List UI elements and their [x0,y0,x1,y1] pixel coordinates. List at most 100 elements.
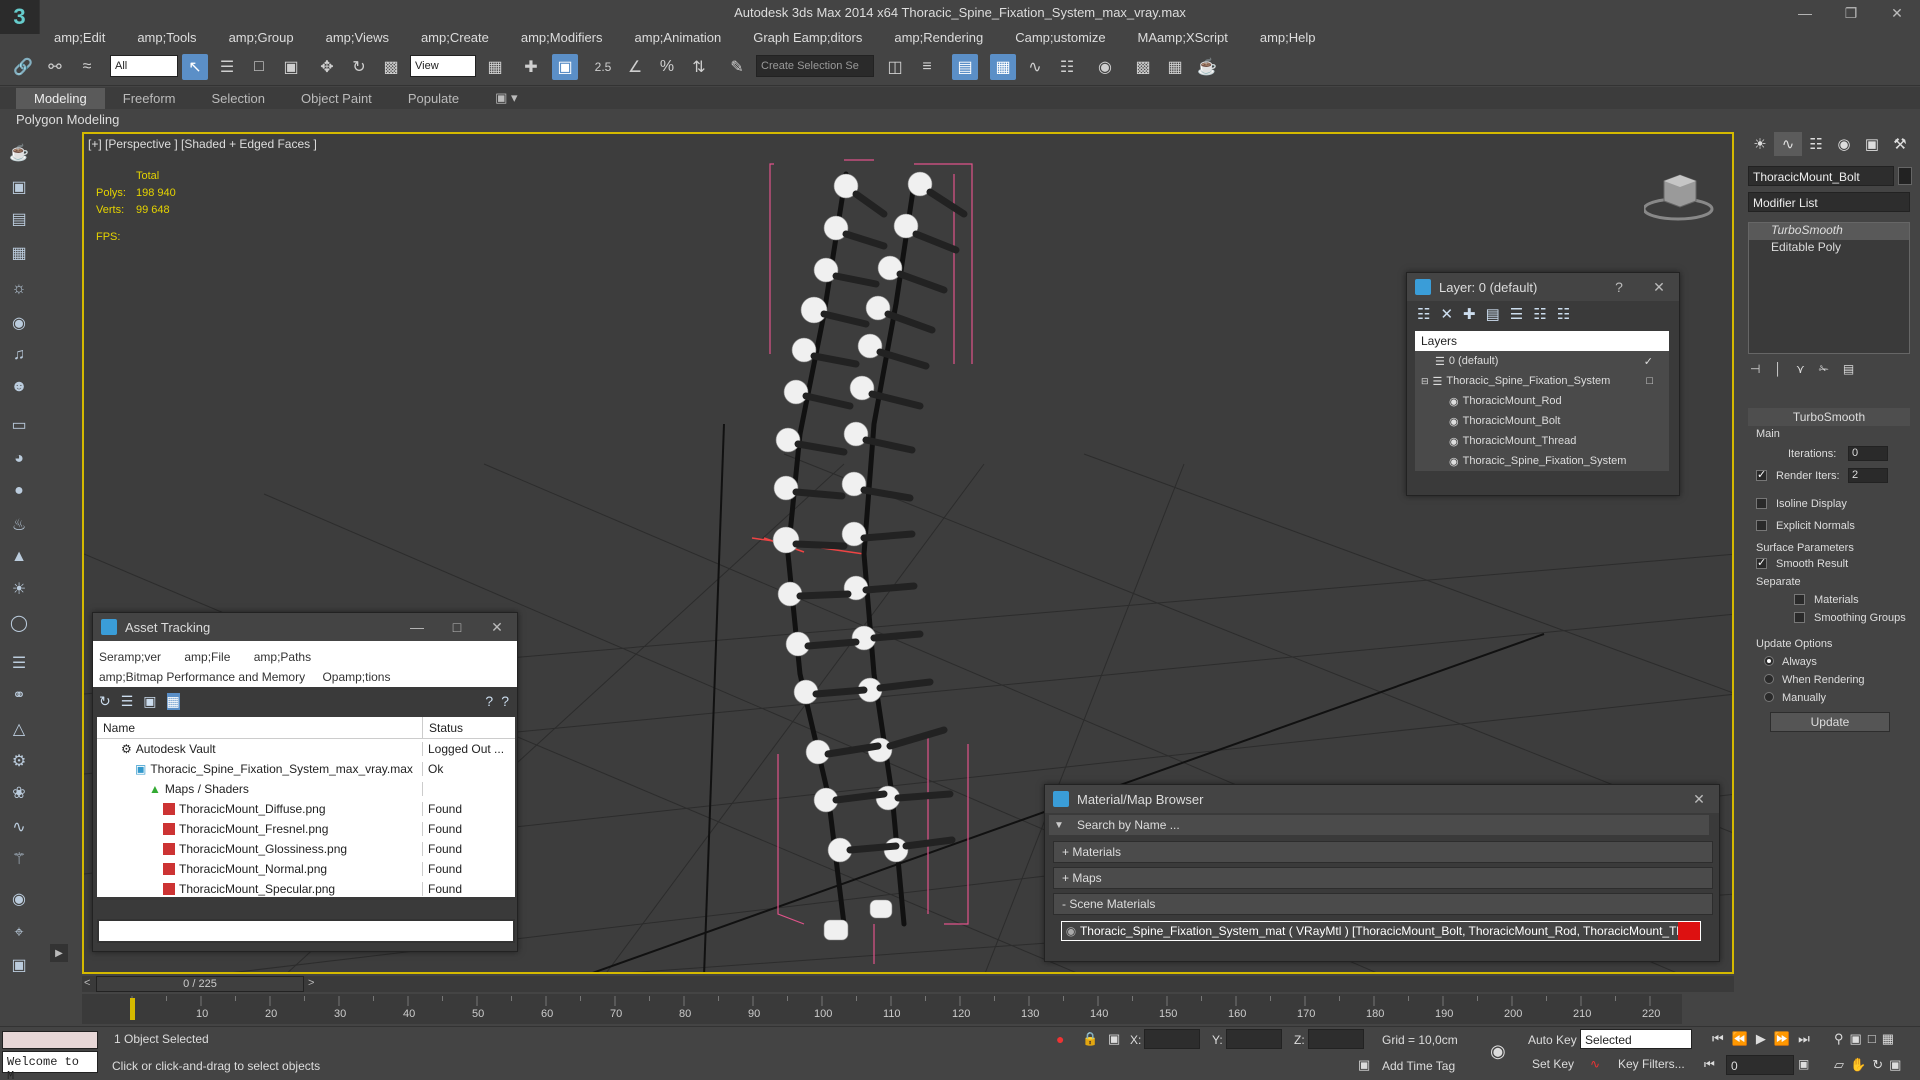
key-icon[interactable]: ∿ [1590,1057,1600,1071]
column-status-header[interactable]: Status [423,717,511,738]
next-frame-arrow-icon[interactable]: > [308,977,314,989]
configure-sets-icon[interactable]: ▤ [1843,362,1854,376]
tab-freeform[interactable]: Freeform [105,88,194,109]
separate-materials-checkbox[interactable] [1794,594,1805,605]
curve-editor-icon[interactable]: ∿ [1022,54,1048,80]
remove-modifier-icon[interactable]: ✁ [1819,362,1829,376]
rotate-icon[interactable]: ↻ [346,54,372,80]
list-item[interactable]: ☰ 0 (default) ✓ [1415,351,1669,371]
teapot-icon[interactable]: ☕ [6,140,32,166]
time-config-icon[interactable]: ▣ [1798,1057,1809,1071]
zoom-icon[interactable]: ⚲ [1834,1031,1844,1047]
graphite-toggle-icon[interactable]: ▦ [990,54,1016,80]
add-time-tag-label[interactable]: Add Time Tag [1382,1059,1455,1073]
select-object-icon[interactable]: ↖ [182,54,208,80]
render-production-icon[interactable]: ☕ [1194,54,1220,80]
highlight-layer-icon[interactable]: ☰ [1510,305,1523,323]
help-button[interactable]: ? [1599,273,1639,301]
current-frame-field[interactable]: 0 [1726,1055,1794,1075]
table-row[interactable]: ThoracicMount_Specular.png Found [97,879,515,899]
window-crossing-icon[interactable]: ▣ [278,54,304,80]
menu-graph-editors[interactable]: Graph Eamp;ditors [753,30,862,45]
list-item[interactable]: ◉ ThoracicMount_Rod [1415,391,1669,411]
tab-selection[interactable]: Selection [194,88,283,109]
orbit-icon[interactable]: ↻ [1872,1057,1883,1073]
refresh-icon[interactable]: ↻ [99,693,111,710]
menu-customize[interactable]: Camp;ustomize [1015,30,1105,45]
bridge-icon[interactable]: △ [6,716,32,742]
modifier-list-dropdown[interactable]: Modifier List [1748,192,1910,212]
unlink-icon[interactable]: ⚯ [42,54,68,80]
monitor-icon[interactable]: ▣ [6,952,32,978]
key-filters-button[interactable]: Key Filters... [1618,1057,1685,1071]
table-row[interactable]: ThoracicMount_Diffuse.png Found [97,799,515,819]
list-item[interactable]: ◉ ThoracicMount_Thread [1415,431,1669,451]
hair-fur-icon[interactable]: ∿ [6,814,32,840]
menu-maxscript[interactable]: MAamp;XScript [1138,30,1228,45]
table-row[interactable]: ⚙ Autodesk Vault Logged Out ... [97,739,515,759]
render-iters-spinner[interactable]: 2 [1848,468,1888,483]
previous-frame-icon[interactable]: ⏪ [1732,1031,1748,1047]
app-logo[interactable]: 3 [0,0,40,34]
pan-icon[interactable]: ✋ [1850,1057,1866,1073]
menu-bitmap-performance[interactable]: amp;Bitmap Performance and Memory [99,670,305,684]
angle-snap-icon[interactable]: ∠ [622,54,648,80]
restore-icon[interactable]: ❐ [1828,0,1874,26]
ribbon-options-icon[interactable]: ▣ ▾ [477,87,535,109]
maps-section[interactable]: + Maps [1053,867,1713,889]
prev-frame-arrow-icon[interactable]: < [84,977,90,989]
teapot-small-icon[interactable]: ♨ [6,512,32,538]
people-icon[interactable]: ☻ [6,374,32,400]
layer-checkbox-icon[interactable]: □ [1646,375,1653,387]
when-rendering-radio[interactable] [1764,674,1774,684]
show-end-result-icon[interactable]: │ [1774,362,1782,376]
close-icon[interactable]: ✕ [1874,0,1920,26]
scale-icon[interactable]: ▩ [378,54,404,80]
minimize-icon[interactable]: — [397,613,437,641]
keyboard-shortcut-override-icon[interactable]: ▣ [552,54,578,80]
zoom-all-icon[interactable]: ▣ [1850,1031,1862,1047]
spinner-snap-icon[interactable]: ⇅ [686,54,712,80]
stack-item-turbosmooth[interactable]: TurboSmooth [1749,223,1909,240]
mirror-icon[interactable]: ◫ [882,54,908,80]
percent-snap-icon[interactable]: % [654,54,680,80]
collapse-icon[interactable]: ⊟ [1421,376,1429,387]
make-unique-icon[interactable]: ⋎ [1796,362,1805,376]
reference-coord-dropdown[interactable]: View [410,55,476,77]
freeze-all-icon[interactable]: ☷ [1557,305,1570,323]
link-icon[interactable]: 🔗 [10,54,36,80]
menu-rendering[interactable]: amp;Rendering [894,30,983,45]
list-view-icon[interactable]: ☰ [121,693,134,710]
turbosmooth-rollout-title[interactable]: TurboSmooth [1748,408,1910,426]
explicit-normals-checkbox[interactable] [1756,520,1767,531]
plant-icon[interactable]: ❀ [6,780,32,806]
zoom-extents-icon[interactable]: □ [1868,1031,1876,1047]
auto-key-button[interactable]: Auto Key [1528,1033,1577,1047]
pin-stack-icon[interactable]: ⊣ [1750,362,1760,376]
schematic-view-icon[interactable]: ☷ [1054,54,1080,80]
edit-named-selection-icon[interactable]: ✎ [724,54,750,80]
column-name-header[interactable]: Name [97,717,423,738]
expand-strip-arrow-icon[interactable]: ▶ [50,944,68,962]
coordinates-icon[interactable]: ⌖ [6,920,32,946]
isoline-display-checkbox[interactable] [1756,498,1767,509]
menu-group[interactable]: amp;Group [229,30,294,45]
menu-paths[interactable]: amp;Paths [254,650,311,664]
menu-modifiers[interactable]: amp;Modifiers [521,30,603,45]
material-browser-title-bar[interactable]: Material/Map Browser [1045,785,1719,813]
table-row[interactable]: ▣ Thoracic_Spine_Fixation_System_max_vray… [97,759,515,779]
dumbbell-icon[interactable]: ⚭ [6,682,32,708]
menu-server[interactable]: Seramp;ver [99,650,161,664]
layer-manager-icon[interactable]: ▤ [952,54,978,80]
bind-spacewarp-icon[interactable]: ≈ [74,54,100,80]
gear-icon[interactable]: ⚙ [6,748,32,774]
snap-toggle-icon[interactable]: 2.5 [590,54,616,80]
stack-item-editable-poly[interactable]: Editable Poly [1749,240,1909,257]
search-input[interactable]: Search by Name ... [1069,818,1180,832]
smooth-result-checkbox[interactable] [1756,556,1767,569]
object-color-swatch[interactable] [1898,167,1912,185]
go-to-start-icon[interactable]: ⏮ [1712,1031,1724,1047]
table-row[interactable]: ThoracicMount_Glossiness.png Found [97,839,515,859]
select-by-name-icon[interactable]: ☰ [214,54,240,80]
object-name-field[interactable]: ThoracicMount_Bolt [1748,166,1894,186]
